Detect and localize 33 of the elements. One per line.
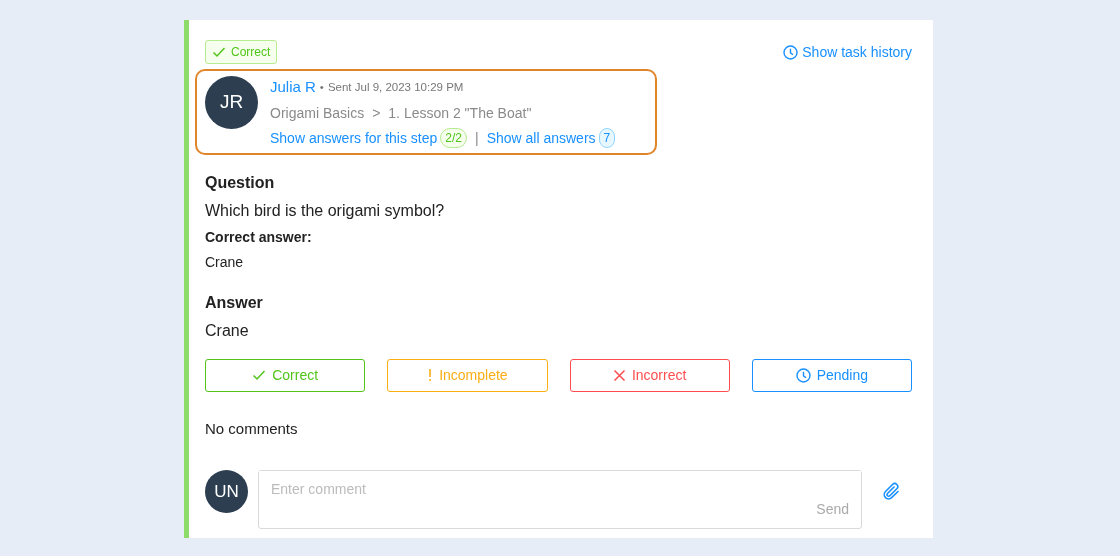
divider: | — [475, 128, 479, 148]
check-icon — [252, 368, 267, 382]
avatar: UN — [205, 470, 248, 513]
breadcrumb-separator: > — [372, 103, 381, 123]
cross-icon — [612, 368, 626, 382]
count-badge: 7 — [598, 128, 616, 148]
paperclip-icon[interactable] — [882, 482, 900, 500]
clock-icon — [783, 44, 799, 60]
grade-button[interactable]: Pending — [751, 358, 912, 392]
clock-icon — [795, 367, 811, 383]
count-badge: 2/2 — [440, 128, 467, 148]
task-history-link[interactable]: Show task history — [783, 41, 912, 63]
grade-button[interactable]: Incorrect — [569, 358, 730, 392]
answer-text: Crane — [205, 320, 250, 341]
answer-heading: Answer — [205, 292, 264, 313]
grade-button[interactable]: Incomplete — [387, 358, 548, 392]
check-icon — [212, 45, 226, 59]
correct-answer-text: Crane — [205, 252, 245, 272]
no-comments-text: No comments — [205, 418, 299, 439]
status-badge: Correct — [205, 40, 278, 64]
separator-dot: • — [319, 79, 324, 95]
question-text: Which bird is the origami symbol? — [205, 200, 446, 221]
breadcrumb-link[interactable]: Origami Basics — [270, 102, 365, 124]
answers-link[interactable]: Show answers for this step — [270, 127, 438, 149]
breadcrumb-link[interactable]: 1. Lesson 2 "The Boat" — [388, 102, 532, 124]
answers-link[interactable]: Show all answers — [486, 127, 596, 149]
question-heading: Question — [205, 172, 276, 193]
avatar: JR — [205, 76, 258, 129]
author-link[interactable]: Julia R — [270, 76, 316, 99]
grade-button[interactable]: Correct — [205, 358, 366, 392]
exclamation-icon — [427, 368, 434, 382]
correct-answer-label: Correct answer: — [205, 227, 313, 247]
sent-time: Sent Jul 9, 2023 10:29 PM — [327, 79, 464, 95]
